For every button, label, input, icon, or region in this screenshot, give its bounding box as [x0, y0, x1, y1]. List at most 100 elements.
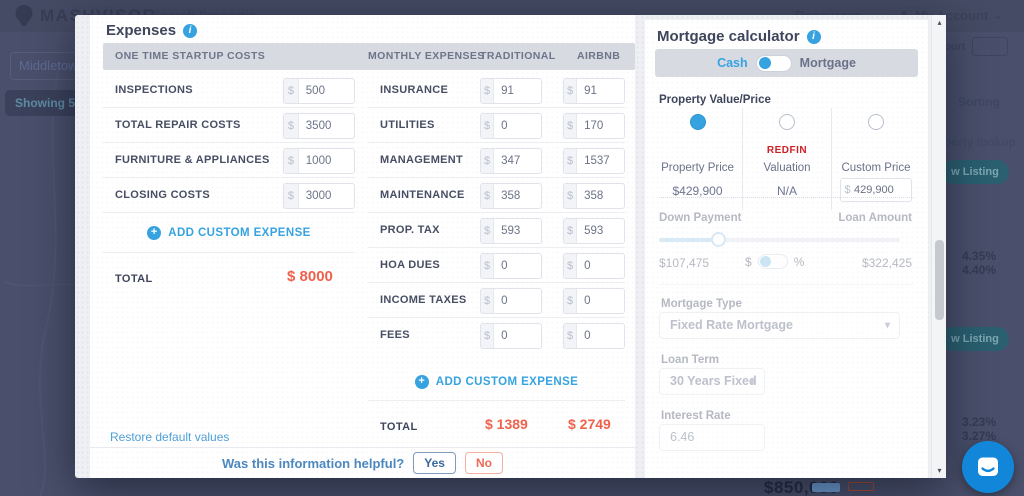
repair-costs-input[interactable]: $ [283, 113, 355, 139]
down-payment-slider[interactable] [659, 232, 900, 247]
fees-traditional-input[interactable]: $ [480, 323, 542, 349]
hoa-airbnb-input[interactable]: $ [563, 253, 625, 279]
management-traditional-input[interactable]: $ [480, 148, 542, 174]
option-property-price: Property Price $429,900 [653, 108, 742, 210]
slider-handle[interactable] [711, 232, 727, 247]
switch-knob [760, 256, 772, 267]
fees-traditional-value[interactable] [494, 324, 541, 348]
management-airbnb-value[interactable] [577, 149, 624, 173]
dollar-prefix: $ [481, 184, 495, 208]
utilities-airbnb-input[interactable]: $ [563, 113, 625, 139]
furniture-input[interactable]: $ [283, 148, 355, 174]
percent-label[interactable]: % [794, 255, 805, 269]
hoa-traditional-input[interactable]: $ [480, 253, 542, 279]
dollar-prefix: $ [564, 79, 578, 103]
down-payment-amount: $107,475 [659, 256, 710, 270]
maintenance-traditional-value[interactable] [494, 184, 541, 208]
cash-label[interactable]: Cash [717, 56, 748, 70]
dollar-label[interactable]: $ [745, 255, 752, 269]
hoa-airbnb-value[interactable] [577, 254, 624, 278]
add-custom-expense-button[interactable]: + ADD CUSTOM EXPENSE [368, 363, 625, 401]
income-tax-airbnb-input[interactable]: $ [563, 288, 625, 314]
monthly-total-airbnb: $ 2749 [568, 416, 611, 432]
monthly-total-label: TOTAL [380, 421, 418, 433]
rate-value: 3.23% [962, 415, 997, 429]
closing-costs-input[interactable]: $ [283, 183, 355, 209]
add-custom-expense-button[interactable]: + ADD CUSTOM EXPENSE [103, 213, 355, 253]
income-tax-airbnb-value[interactable] [577, 289, 624, 313]
insurance-traditional-value[interactable] [494, 79, 541, 103]
loan-term-label: Loan Term [661, 354, 719, 366]
bg-count-value[interactable]: 500 [972, 37, 1008, 56]
insurance-traditional-input[interactable]: $ [480, 78, 542, 104]
scroll-up-icon[interactable]: ▴ [932, 18, 947, 27]
prop-tax-traditional-input[interactable]: $ [480, 218, 542, 244]
bg-count-label: ourt [944, 41, 966, 53]
expenses-table-header: ONE TIME STARTUP COSTS MONTHLY EXPENSES … [103, 43, 635, 70]
maintenance-airbnb-input[interactable]: $ [563, 183, 625, 209]
modal-scrollbar[interactable]: ▴ ▾ [931, 15, 946, 478]
interest-rate-input[interactable]: 6.46 [659, 424, 765, 451]
new-listing-button[interactable]: w Listing [941, 327, 1009, 351]
option-redfin-valuation: REDFIN Valuation N/A [742, 108, 831, 210]
chevron-down-icon: ⌄ [993, 10, 1003, 22]
hoa-traditional-value[interactable] [494, 254, 541, 278]
utilities-airbnb-value[interactable] [577, 114, 624, 138]
sorting-label[interactable]: Sorting [958, 95, 1000, 109]
property-price-radio[interactable] [689, 114, 706, 130]
utilities-traditional-value[interactable] [494, 114, 541, 138]
loan-amount-value: $322,425 [861, 256, 912, 270]
custom-price-input[interactable]: $ 429,900 [840, 178, 912, 202]
insurance-airbnb-value[interactable] [577, 79, 624, 103]
utilities-traditional-input[interactable]: $ [480, 113, 542, 139]
fees-airbnb-input[interactable]: $ [563, 323, 625, 349]
management-traditional-value[interactable] [494, 149, 541, 173]
dollar-percent-switch[interactable] [757, 254, 788, 269]
fees-airbnb-value[interactable] [577, 324, 624, 348]
prop-tax-airbnb-input[interactable]: $ [563, 218, 625, 244]
property-lookup-label: perty lookup [944, 135, 1017, 149]
info-icon[interactable]: i [183, 23, 198, 38]
dollar-percent-toggle: $ % [745, 254, 804, 269]
insurance-airbnb-input[interactable]: $ [563, 78, 625, 104]
management-airbnb-input[interactable]: $ [563, 148, 625, 174]
income-tax-traditional-value[interactable] [494, 289, 541, 313]
loan-term-select[interactable]: 30 Years Fixed ▾ [659, 368, 765, 395]
switch-knob [758, 57, 771, 69]
dollar-prefix: $ [564, 149, 578, 173]
table-row: FURNITURE & APPLIANCES $ [103, 143, 355, 178]
maintenance-airbnb-value[interactable] [577, 184, 624, 208]
furniture-value[interactable] [298, 149, 354, 173]
chat-launcher-button[interactable] [962, 441, 1014, 493]
inspections-input[interactable]: $ [283, 78, 355, 104]
prop-tax-traditional-value[interactable] [494, 219, 541, 243]
table-row: TOTAL REPAIR COSTS $ [103, 108, 355, 143]
mortgage-title: Mortgage calculator i [657, 28, 821, 45]
scroll-down-icon[interactable]: ▾ [932, 466, 947, 475]
cash-mortgage-switch[interactable] [755, 54, 792, 72]
listing-chip-blue [812, 483, 840, 492]
prop-tax-airbnb-value[interactable] [577, 219, 624, 243]
scrollbar-thumb[interactable] [935, 240, 944, 320]
caret-down-icon: ▾ [884, 320, 890, 331]
income-tax-traditional-input[interactable]: $ [480, 288, 542, 314]
restore-defaults-link[interactable]: Restore default values [110, 430, 229, 444]
feedback-no-button[interactable]: No [464, 452, 503, 474]
down-payment-label: Down Payment [659, 212, 742, 224]
inspections-value[interactable] [298, 79, 354, 103]
info-icon[interactable]: i [806, 29, 821, 44]
chat-icon [978, 457, 998, 476]
custom-price-radio[interactable] [868, 114, 884, 130]
dollar-prefix: $ [481, 149, 495, 173]
feedback-yes-button[interactable]: Yes [413, 452, 456, 474]
mortgage-type-select[interactable]: Fixed Rate Mortgage ▾ [659, 312, 900, 339]
property-price-options: Property Price $429,900 REDFIN Valuation… [653, 108, 920, 210]
mortgage-label[interactable]: Mortgage [800, 56, 856, 70]
dollar-prefix: $ [284, 114, 299, 138]
redfin-valuation-radio[interactable] [779, 114, 795, 130]
repair-costs-value[interactable] [298, 114, 354, 138]
maintenance-traditional-input[interactable]: $ [480, 183, 542, 209]
new-listing-button[interactable]: w Listing [941, 160, 1009, 184]
dollar-prefix: $ [564, 114, 578, 138]
closing-costs-value[interactable] [298, 184, 354, 208]
